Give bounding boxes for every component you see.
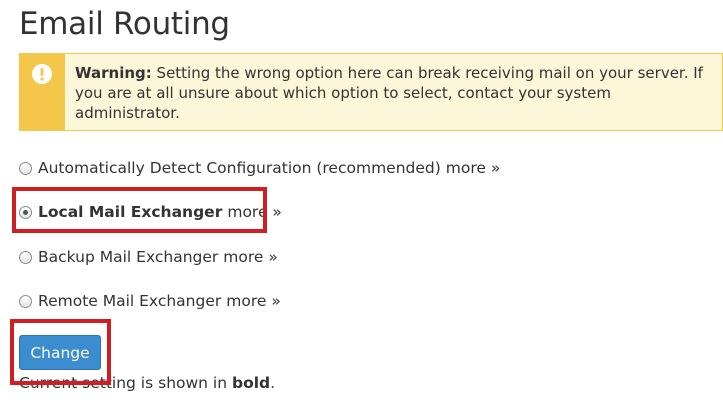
radio-remote-mail-exchanger[interactable] [19,294,32,308]
option-automatic-detect[interactable]: Automatically Detect Configuration (reco… [19,157,500,179]
more-link[interactable]: more » [223,248,278,266]
page-title: Email Routing [19,6,230,42]
highlight-box-change-button [10,319,111,385]
note-suffix: . [270,374,276,392]
option-remote-mail-exchanger[interactable]: Remote Mail Exchanger more » [19,290,281,312]
option-label: Backup Mail Exchanger [38,248,219,266]
warning-label: Warning: [75,64,152,82]
option-label: Remote Mail Exchanger [38,292,222,310]
warning-message: Setting the wrong option here can break … [75,64,703,122]
radio-backup-mail-exchanger[interactable] [19,250,32,264]
warning-alert: Warning: Setting the wrong option here c… [19,53,723,131]
more-link[interactable]: more » [226,292,281,310]
warning-text: Warning: Setting the wrong option here c… [75,63,706,123]
note-bold-word: bold [231,374,271,392]
warning-icon-strip [20,54,65,130]
option-backup-mail-exchanger[interactable]: Backup Mail Exchanger more » [19,246,278,268]
exclamation-circle-icon [32,64,52,84]
more-link[interactable]: more » [446,159,501,177]
radio-automatic-detect[interactable] [19,161,32,175]
option-label: Automatically Detect Configuration (reco… [38,159,441,177]
highlight-box-local-option [12,187,267,233]
